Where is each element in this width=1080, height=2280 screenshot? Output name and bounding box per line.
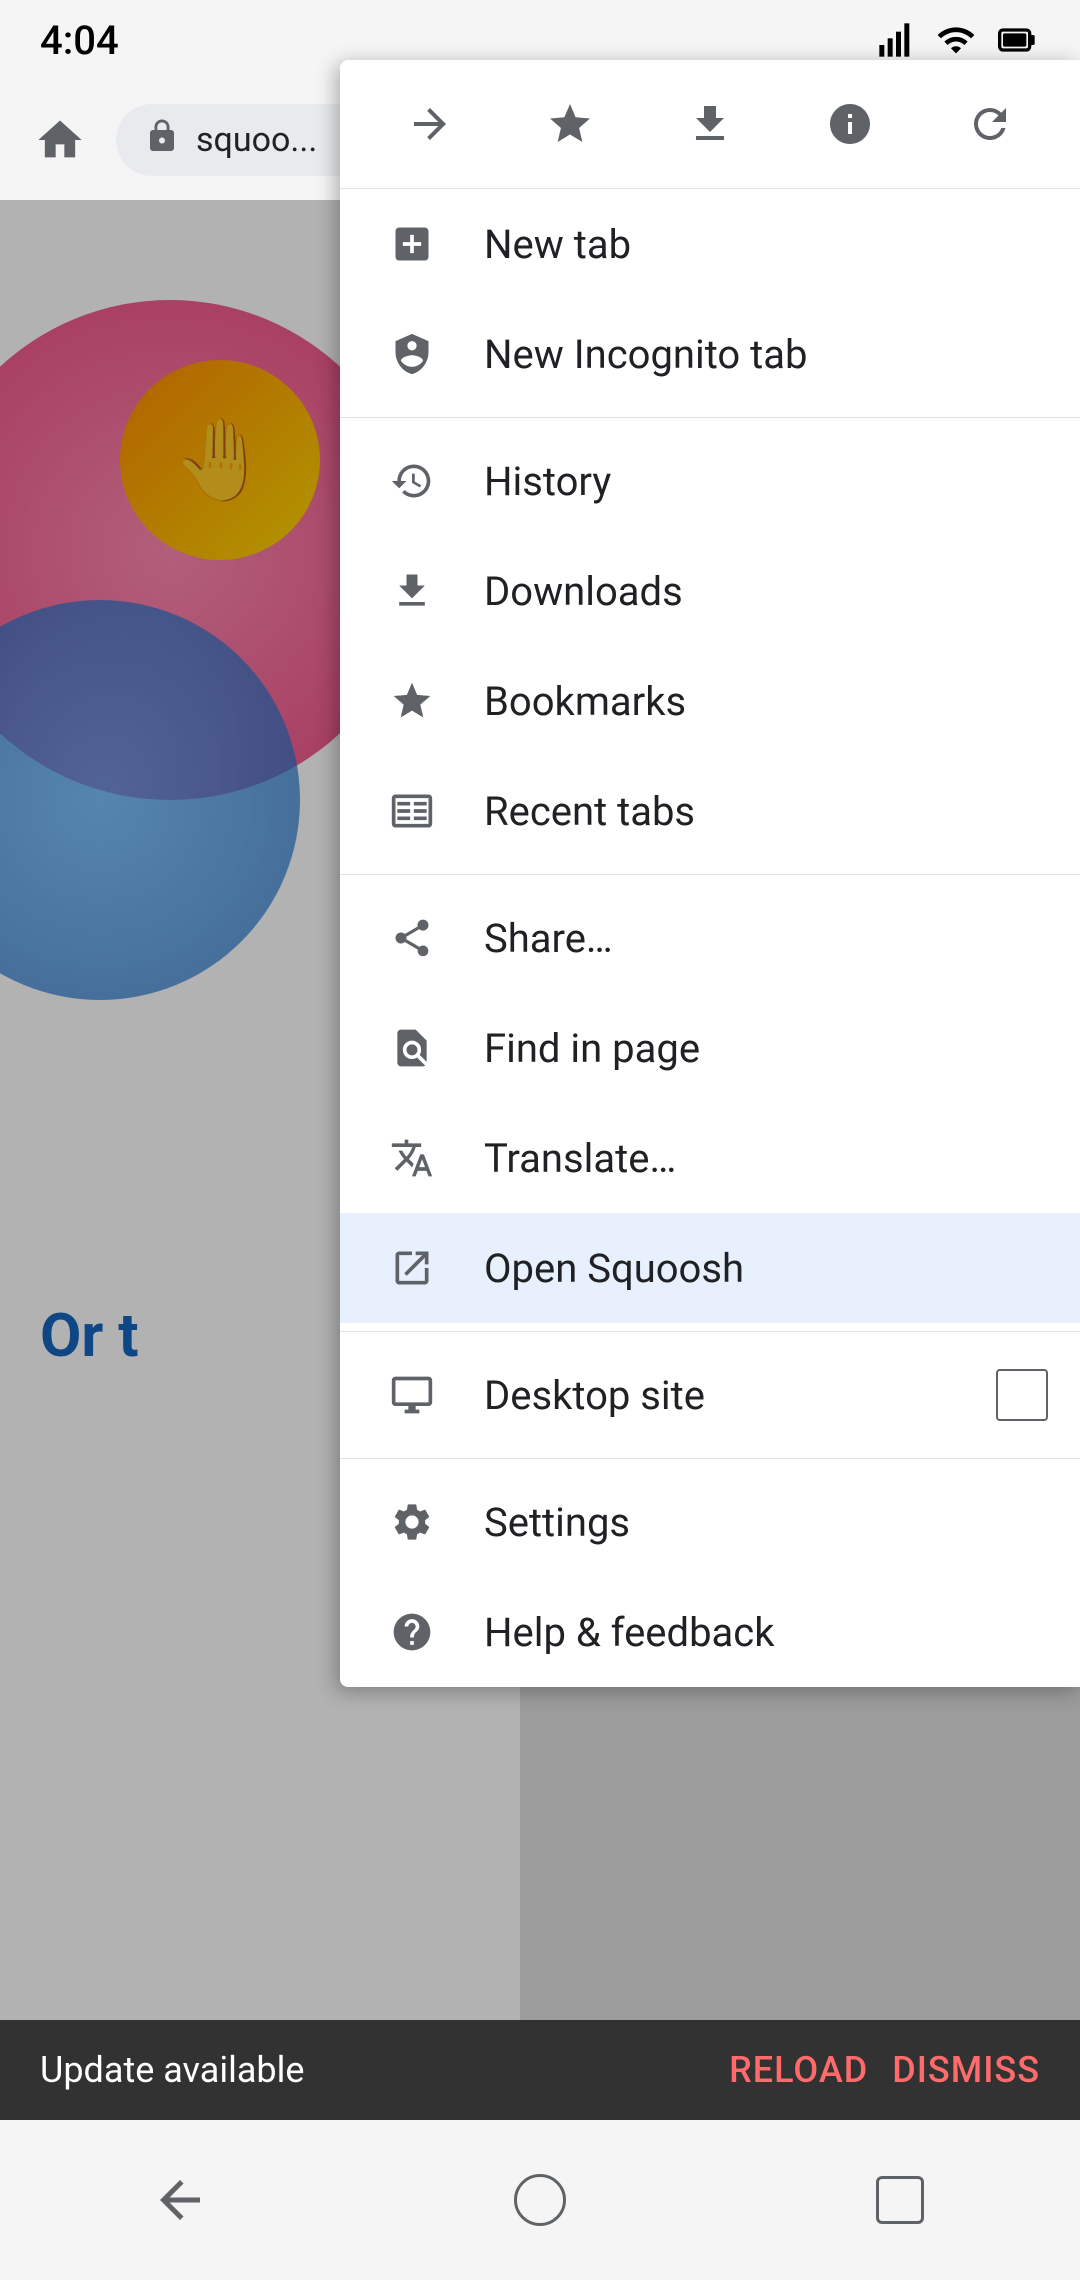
- download-icon: [686, 100, 734, 148]
- history-icon: [372, 441, 452, 521]
- download-button[interactable]: [670, 84, 750, 164]
- downloads-item[interactable]: Downloads: [340, 536, 1080, 646]
- find-in-page-icon: [372, 1008, 452, 1088]
- translate-icon: [372, 1118, 452, 1198]
- divider-2: [340, 874, 1080, 875]
- help-feedback-item[interactable]: Help & feedback: [340, 1577, 1080, 1687]
- recent-tabs-label: Recent tabs: [484, 788, 1048, 835]
- update-text: Update available: [40, 2049, 689, 2091]
- reload-button[interactable]: RELOAD: [729, 2049, 868, 2091]
- find-in-page-item[interactable]: Find in page: [340, 993, 1080, 1103]
- recents-square-icon: [876, 2176, 924, 2224]
- home-circle-button[interactable]: [490, 2150, 590, 2250]
- add-bookmark-button[interactable]: [530, 84, 610, 164]
- forward-icon: [406, 100, 454, 148]
- history-item[interactable]: History: [340, 426, 1080, 536]
- translate-item[interactable]: Translate…: [340, 1103, 1080, 1213]
- share-item[interactable]: Share…: [340, 883, 1080, 993]
- bottom-navigation: [0, 2120, 1080, 2280]
- refresh-button[interactable]: [950, 84, 1030, 164]
- back-button[interactable]: [130, 2150, 230, 2250]
- desktop-site-checkbox[interactable]: [996, 1369, 1048, 1421]
- divider-4: [340, 1458, 1080, 1459]
- desktop-icon: [372, 1355, 452, 1435]
- recent-tabs-item[interactable]: Recent tabs: [340, 756, 1080, 866]
- desktop-site-label: Desktop site: [484, 1372, 996, 1419]
- info-icon: [826, 100, 874, 148]
- new-tab-label: New tab: [484, 221, 1048, 268]
- battery-icon: [996, 20, 1040, 60]
- home-dot-icon: [514, 2174, 566, 2226]
- refresh-icon: [966, 100, 1014, 148]
- divider-1: [340, 417, 1080, 418]
- downloads-label: Downloads: [484, 568, 1048, 615]
- downloads-icon: [372, 551, 452, 631]
- home-icon: [34, 114, 86, 166]
- dismiss-button[interactable]: DISMISS: [892, 2049, 1040, 2091]
- menu-toolbar: [340, 60, 1080, 189]
- status-time: 4:04: [40, 17, 119, 64]
- open-app-icon: [372, 1228, 452, 1308]
- desktop-site-item[interactable]: Desktop site: [340, 1340, 1080, 1450]
- new-incognito-tab-label: New Incognito tab: [484, 331, 1048, 378]
- new-tab-item[interactable]: New tab: [340, 189, 1080, 299]
- status-icons: [876, 20, 1040, 60]
- signal-icon: [876, 20, 916, 60]
- new-incognito-tab-item[interactable]: New Incognito tab: [340, 299, 1080, 409]
- bookmarks-label: Bookmarks: [484, 678, 1048, 725]
- help-feedback-label: Help & feedback: [484, 1609, 1048, 1656]
- incognito-icon: [372, 314, 452, 394]
- recent-tabs-icon: [372, 771, 452, 851]
- lock-icon: [144, 118, 180, 163]
- info-button[interactable]: [810, 84, 890, 164]
- update-banner: Update available RELOAD DISMISS: [0, 2020, 1080, 2120]
- home-button[interactable]: [24, 104, 96, 176]
- settings-icon: [372, 1482, 452, 1562]
- open-squoosh-item[interactable]: Open Squoosh: [340, 1213, 1080, 1323]
- forward-button[interactable]: [390, 84, 470, 164]
- back-icon: [150, 2170, 210, 2230]
- bookmarks-icon: [372, 661, 452, 741]
- find-in-page-label: Find in page: [484, 1025, 1048, 1072]
- divider-3: [340, 1331, 1080, 1332]
- dropdown-menu: New tab New Incognito tab History Downlo…: [340, 60, 1080, 1687]
- settings-label: Settings: [484, 1499, 1048, 1546]
- recents-button[interactable]: [850, 2150, 950, 2250]
- bookmarks-item[interactable]: Bookmarks: [340, 646, 1080, 756]
- wifi-icon: [936, 20, 976, 60]
- star-icon: [546, 100, 594, 148]
- settings-item[interactable]: Settings: [340, 1467, 1080, 1577]
- share-label: Share…: [484, 915, 1048, 962]
- new-tab-icon: [372, 204, 452, 284]
- share-icon: [372, 898, 452, 978]
- translate-label: Translate…: [484, 1135, 1048, 1182]
- open-squoosh-label: Open Squoosh: [484, 1245, 1048, 1292]
- help-icon: [372, 1592, 452, 1672]
- history-label: History: [484, 458, 1048, 505]
